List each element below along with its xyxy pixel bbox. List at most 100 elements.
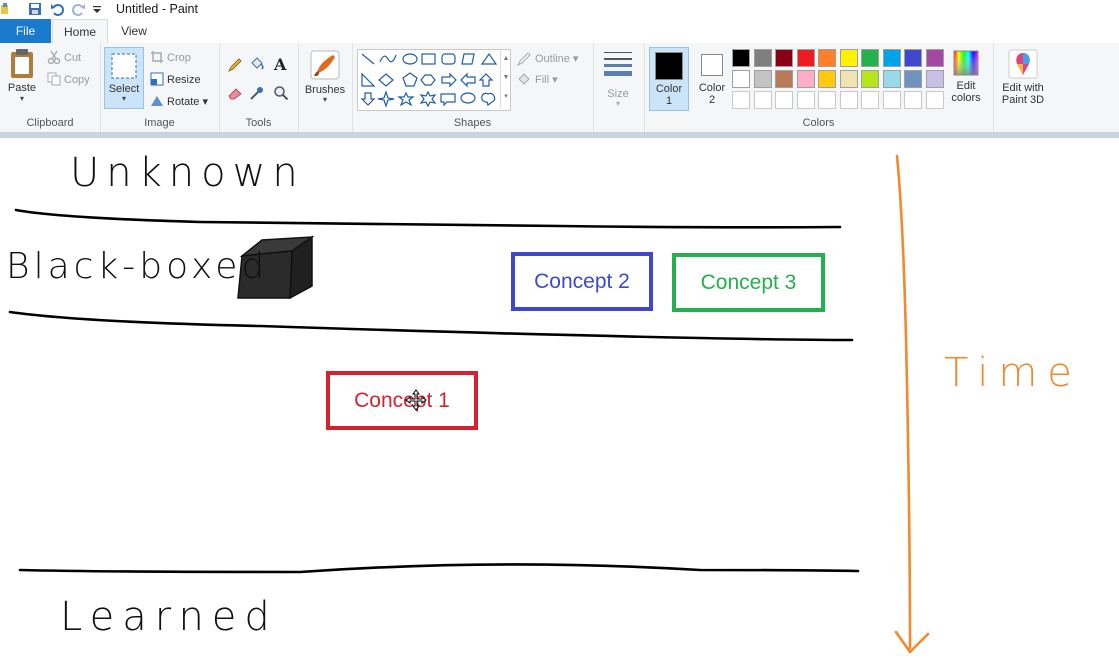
brushes-button[interactable]: Brushes ▾ xyxy=(303,49,347,104)
palette-swatch[interactable] xyxy=(753,70,772,88)
magnifier-icon[interactable] xyxy=(273,85,289,101)
cut-icon xyxy=(47,50,61,64)
palette-swatch[interactable] xyxy=(818,49,836,67)
paste-icon xyxy=(11,49,33,78)
crop-button[interactable]: Crop xyxy=(167,52,191,64)
drawing-canvas[interactable]: Unknown Black-boxed Learned Time Concept… xyxy=(0,138,1119,668)
paste-button[interactable]: Paste ▾ xyxy=(4,47,40,103)
palette-swatch[interactable] xyxy=(796,70,815,88)
custom-color-slot[interactable] xyxy=(732,91,750,109)
copy-button[interactable]: Copy xyxy=(64,74,90,86)
color1-swatch xyxy=(655,52,683,80)
text-tool-icon[interactable]: A xyxy=(274,55,286,74)
palette-swatch[interactable] xyxy=(861,49,879,67)
custom-color-slot[interactable] xyxy=(904,91,922,109)
concept-2-box: Concept 2 xyxy=(511,252,653,311)
pencil-icon[interactable] xyxy=(227,57,243,73)
palette-swatch[interactable] xyxy=(775,70,793,88)
concept-2-label: Concept 2 xyxy=(534,269,630,293)
redo-icon[interactable] xyxy=(72,2,86,16)
palette-swatch[interactable] xyxy=(904,70,922,88)
palette-swatch[interactable] xyxy=(839,49,858,67)
paint3d-label-1: Edit with xyxy=(1002,82,1044,94)
palette-swatch[interactable] xyxy=(861,70,879,88)
color2-button[interactable]: Color 2 xyxy=(692,47,732,111)
custom-color-slot[interactable] xyxy=(796,91,815,109)
concept-1-label: Concept 1 xyxy=(354,388,450,412)
fill-bucket-icon[interactable] xyxy=(249,55,265,71)
move-cursor-icon xyxy=(405,389,427,411)
color2-label: Color xyxy=(698,82,726,94)
cut-button[interactable]: Cut xyxy=(64,52,81,64)
size-button[interactable]: Size ▾ xyxy=(599,49,637,108)
time-arrow-shaft xyxy=(895,154,912,650)
ribbon-tabs: File Home View xyxy=(0,19,1119,45)
brush-icon xyxy=(310,50,340,80)
color1-label: Color xyxy=(655,83,683,95)
custom-color-slot[interactable] xyxy=(818,91,836,109)
color1-button[interactable]: Color 1 xyxy=(649,47,689,111)
shapes-gallery-icons xyxy=(360,52,498,108)
custom-color-slot[interactable] xyxy=(839,91,858,109)
resize-button[interactable]: Resize xyxy=(167,74,201,86)
time-arrow-head xyxy=(894,630,930,654)
palette-swatch[interactable] xyxy=(882,49,901,67)
concept-3-label: Concept 3 xyxy=(700,270,797,294)
custom-color-slot[interactable] xyxy=(753,91,772,109)
palette-swatch[interactable] xyxy=(732,49,750,67)
palette-swatch[interactable] xyxy=(753,49,772,67)
palette-swatch[interactable] xyxy=(904,49,922,67)
paint3d-icon xyxy=(1008,49,1038,79)
color-palette xyxy=(732,49,947,113)
palette-swatch[interactable] xyxy=(732,70,750,88)
customize-quick-access-icon[interactable] xyxy=(92,2,102,16)
palette-swatch[interactable] xyxy=(839,70,858,88)
custom-color-slot[interactable] xyxy=(882,91,901,109)
custom-color-slot[interactable] xyxy=(861,91,879,109)
black-boxed-label: Black-boxed xyxy=(6,246,269,287)
color2-number: 2 xyxy=(708,94,716,106)
time-label: Time xyxy=(944,350,1082,396)
paint3d-group: Edit with Paint 3D xyxy=(993,43,1051,132)
rotate-icon xyxy=(151,96,163,106)
custom-color-slot[interactable] xyxy=(925,91,944,109)
palette-swatch[interactable] xyxy=(925,49,944,67)
edit-colors-button[interactable]: Edit colors xyxy=(946,49,986,104)
line-size-icon xyxy=(604,52,632,76)
palette-swatch[interactable] xyxy=(796,49,815,67)
fill-button[interactable]: Fill ▾ xyxy=(535,73,558,86)
size-group: Size ▾ xyxy=(593,43,645,132)
edit-colors-label-1: Edit xyxy=(956,80,976,92)
shapes-group-label: Shapes xyxy=(453,117,492,129)
palette-swatch[interactable] xyxy=(925,70,944,88)
edit-with-paint3d-button[interactable]: Edit with Paint 3D xyxy=(995,49,1051,106)
undo-icon[interactable] xyxy=(50,2,64,16)
custom-color-slot[interactable] xyxy=(775,91,793,109)
tab-file[interactable]: File xyxy=(0,19,51,43)
shapes-gallery[interactable] xyxy=(357,49,511,111)
title-bar: Untitled - Paint xyxy=(0,0,1119,19)
resize-icon xyxy=(150,72,164,86)
outline-button[interactable]: Outline ▾ xyxy=(535,52,578,65)
eraser-icon[interactable] xyxy=(227,85,243,101)
select-button[interactable]: Select ▾ xyxy=(104,47,144,109)
divider-line-1 xyxy=(14,208,842,229)
rotate-label: Rotate xyxy=(167,96,200,108)
shapes-gallery-scroll[interactable]: ▲ ▼ ▾ xyxy=(500,49,511,109)
clipboard-group: Paste ▾ Cut Copy Clipboard xyxy=(0,43,101,132)
ribbon: Paste ▾ Cut Copy Clipboard Select ▾ Crop… xyxy=(0,43,1119,133)
colors-group-label: Colors xyxy=(802,117,835,129)
rotate-button[interactable]: Rotate ▾ xyxy=(167,95,208,108)
tab-home[interactable]: Home xyxy=(52,19,108,45)
color-picker-icon[interactable] xyxy=(249,85,265,101)
image-group: Select ▾ Crop Resize Rotate ▾ Image xyxy=(100,43,220,132)
clipboard-group-label: Clipboard xyxy=(26,117,74,129)
divider-line-3 xyxy=(18,563,860,574)
divider-line-2 xyxy=(8,310,854,342)
palette-swatch[interactable] xyxy=(775,49,793,67)
tab-view[interactable]: View xyxy=(110,19,158,43)
palette-swatch[interactable] xyxy=(882,70,901,88)
save-icon[interactable] xyxy=(28,2,42,16)
palette-swatch[interactable] xyxy=(818,70,836,88)
paste-label: Paste xyxy=(7,82,37,94)
